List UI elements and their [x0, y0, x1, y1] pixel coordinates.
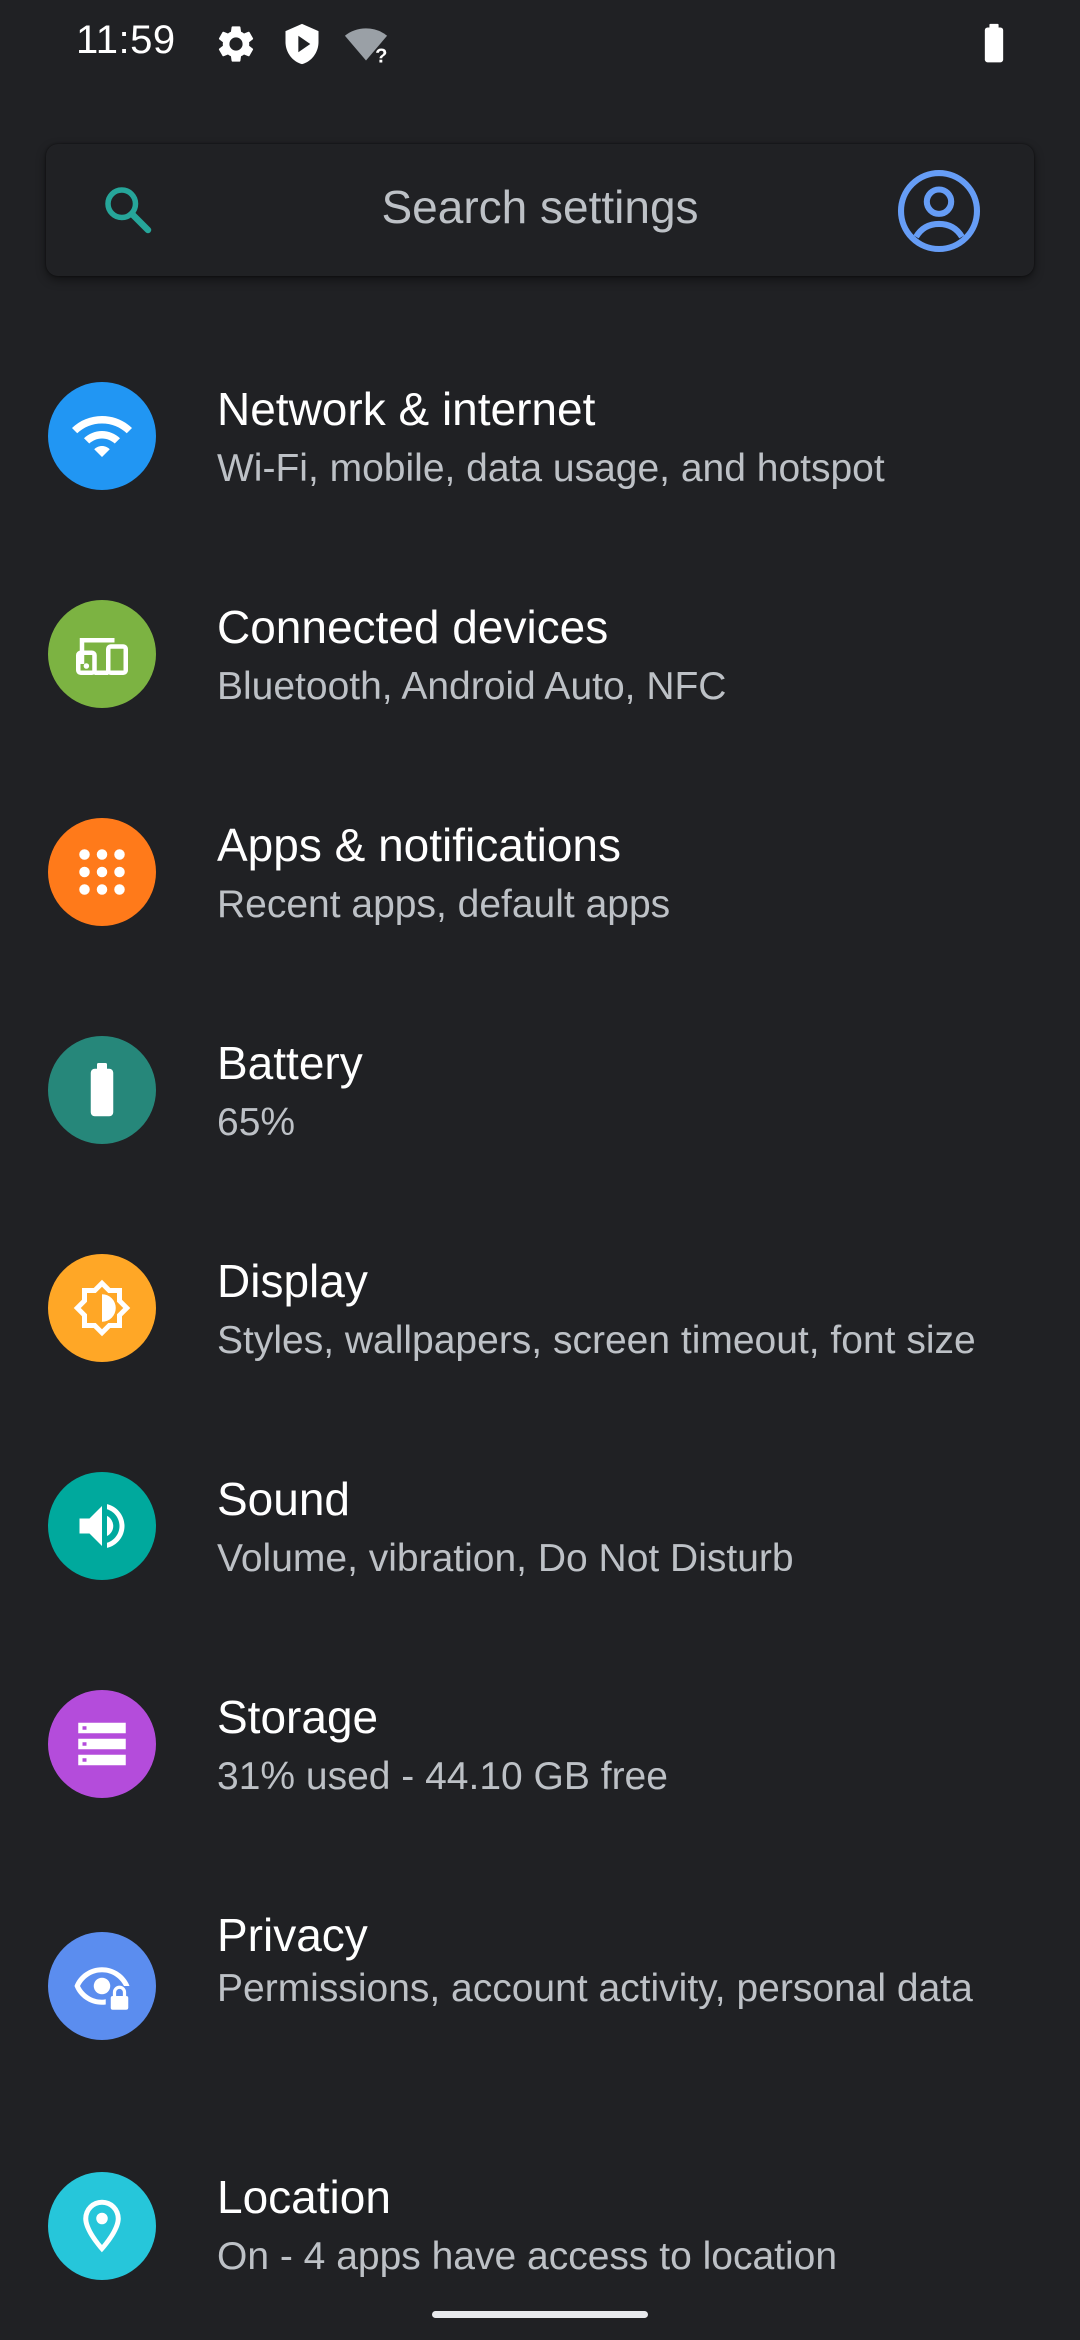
volume-icon [48, 1472, 156, 1580]
setting-battery[interactable]: Battery 65% [0, 1020, 1080, 1166]
setting-subtitle: Volume, vibration, Do Not Disturb [217, 1537, 794, 1580]
location-icon [48, 2172, 156, 2280]
setting-title: Location [217, 2171, 391, 2223]
setting-subtitle: Wi-Fi, mobile, data usage, and hotspot [217, 447, 885, 490]
setting-title: Display [217, 1255, 368, 1307]
wifi-unknown-mark: ? [375, 45, 387, 66]
play-shield-icon [280, 22, 324, 66]
setting-apps-notifications[interactable]: Apps & notifications Recent apps, defaul… [0, 802, 1080, 948]
setting-connected-devices[interactable]: Connected devices Bluetooth, Android Aut… [0, 584, 1080, 730]
brightness-icon [48, 1254, 156, 1362]
apps-icon [48, 818, 156, 926]
setting-title: Network & internet [217, 383, 596, 435]
setting-title: Privacy [217, 1909, 368, 1961]
status-battery-icon [972, 22, 1016, 66]
setting-subtitle: Styles, wallpapers, screen timeout, font… [217, 1319, 976, 1362]
search-input[interactable]: Search settings [46, 180, 1034, 234]
wifi-icon [48, 382, 156, 490]
setting-network-internet[interactable]: Network & internet Wi-Fi, mobile, data u… [0, 366, 1080, 512]
gear-icon [214, 22, 258, 66]
setting-subtitle: 31% used - 44.10 GB free [217, 1755, 668, 1798]
wifi-unknown-icon: ? [344, 22, 388, 66]
setting-subtitle: Permissions, account activity, personal … [217, 1967, 973, 2010]
setting-sound[interactable]: Sound Volume, vibration, Do Not Disturb [0, 1456, 1080, 1602]
status-bar: 11:59 ? [0, 0, 1080, 90]
privacy-icon [48, 1932, 156, 2040]
setting-subtitle: Bluetooth, Android Auto, NFC [217, 665, 727, 708]
setting-title: Apps & notifications [217, 819, 622, 871]
setting-subtitle: 65% [217, 1101, 296, 1144]
setting-title: Connected devices [217, 601, 609, 653]
setting-subtitle: On - 4 apps have access to location [217, 2235, 838, 2278]
storage-icon [48, 1690, 156, 1798]
gesture-navigation-handle[interactable] [432, 2311, 648, 2318]
setting-title: Battery [217, 1037, 363, 1089]
setting-title: Sound [217, 1473, 351, 1525]
setting-title: Storage [217, 1691, 379, 1743]
battery-icon [48, 1036, 156, 1144]
devices-icon [48, 600, 156, 708]
account-icon[interactable] [896, 168, 982, 254]
setting-subtitle: Recent apps, default apps [217, 883, 671, 926]
setting-storage[interactable]: Storage 31% used - 44.10 GB free [0, 1674, 1080, 1820]
search-bar[interactable]: Search settings [46, 144, 1034, 276]
status-time: 11:59 [76, 18, 176, 62]
setting-display[interactable]: Display Styles, wallpapers, screen timeo… [0, 1238, 1080, 1384]
setting-privacy[interactable]: Privacy Permissions, account activity, p… [0, 1892, 1080, 2088]
setting-location[interactable]: Location On - 4 apps have access to loca… [0, 2160, 1080, 2306]
